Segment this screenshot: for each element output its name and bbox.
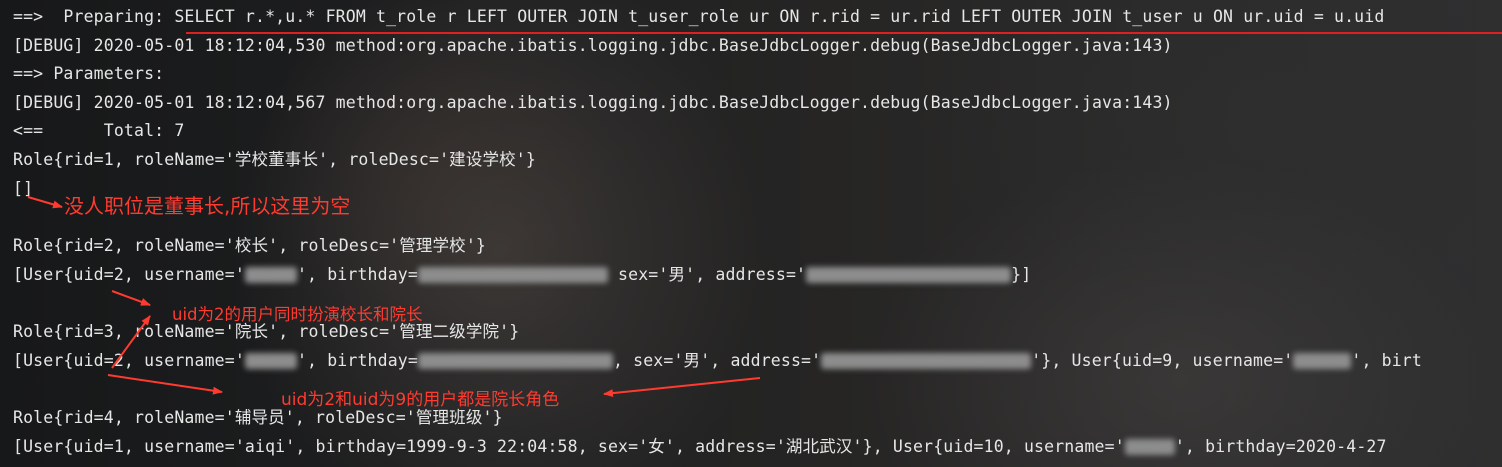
sql-preparing-line: ==> Preparing: SELECT r.*,u.* FROM t_rol… [13, 7, 1385, 26]
redacted-birthday [417, 267, 608, 283]
user-text: '}, User{uid=9, username=' [1031, 351, 1294, 370]
debug-log-line: [DEBUG] 2020-05-01 18:12:04,530 method:o… [13, 36, 1173, 55]
arrow-to-user-uid2-rid2 [111, 290, 151, 306]
user-text: ', birthday= [296, 351, 418, 370]
role-line-rid2: Role{rid=2, roleName='校长', roleDesc='管理学… [13, 236, 487, 255]
user-text: [User{uid=2, username=' [13, 351, 245, 370]
redacted-username [244, 267, 297, 283]
redacted-username [1124, 439, 1175, 455]
debug-log-line: [DEBUG] 2020-05-01 18:12:04,567 method:o… [13, 93, 1173, 112]
redacted-birthday [417, 353, 613, 369]
user-text: }] [1011, 265, 1032, 284]
user-text: ', birthday=2020-4-27 [1174, 437, 1387, 456]
empty-user-list: [] [13, 179, 34, 198]
arrow-to-uid9 [603, 377, 761, 398]
redacted-username [244, 353, 297, 369]
total-count-line: <== Total: 7 [13, 121, 185, 140]
user-text: , sex='男', address=' [612, 351, 822, 370]
role-line-rid1: Role{rid=1, roleName='学校董事长', roleDesc='… [13, 150, 536, 169]
annotation-empty-note: 没人职位是董事长,所以这里为空 [64, 194, 351, 218]
terminal-window[interactable]: ==> Preparing: SELECT r.*,u.* FROM t_rol… [0, 0, 1502, 467]
user-text: sex='男', address=' [607, 265, 807, 284]
annotation-uid2-note: uid为2的用户同时扮演校长和院长 [172, 305, 423, 324]
user-list-rid2: [User{uid=2, username=' ', birthday= sex=… [13, 263, 1031, 287]
parameters-line: ==> Parameters: [13, 64, 175, 83]
annotation-uid2-uid9-note: uid为2和uid为9的用户都是院长角色 [281, 390, 560, 410]
user-list-rid4: [User{uid=1, username='aiqi', birthday=1… [13, 435, 1387, 459]
user-text: ', birthday= [296, 265, 418, 284]
user-text: [User{uid=2, username=' [13, 265, 245, 284]
redacted-address [806, 267, 1012, 283]
arrow-from-uid2-line [107, 374, 223, 395]
user-text: ', birt [1351, 351, 1422, 370]
user-text: [User{uid=1, username='aiqi', birthday=1… [13, 437, 1125, 456]
user-list-rid3: [User{uid=2, username=' ', birthday= , sex… [13, 349, 1422, 373]
redacted-username [1293, 353, 1352, 369]
redacted-address [821, 353, 1032, 369]
